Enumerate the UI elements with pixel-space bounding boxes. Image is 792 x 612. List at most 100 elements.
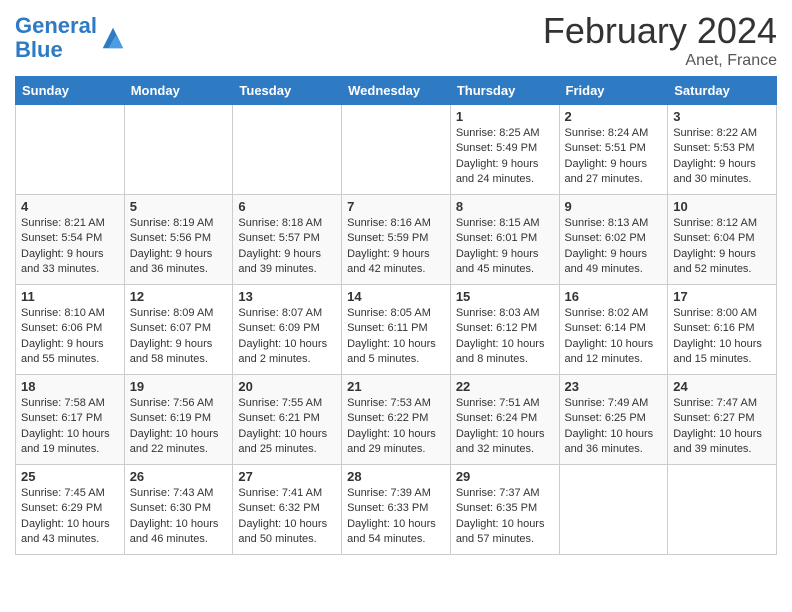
week-row-2: 4Sunrise: 8:21 AM Sunset: 5:54 PM Daylig…: [16, 195, 777, 285]
day-cell: 19 Sunrise: 7:56 AM Sunset: 6:19 PM Dayli…: [124, 375, 233, 465]
day-cell: 5 Sunrise: 8:19 AM Sunset: 5:56 PM Daylig…: [124, 195, 233, 285]
title-section: February 2024 Anet, France: [543, 10, 777, 70]
day-number: 27: [238, 469, 336, 484]
week-row-3: 11 Sunrise: 8:10 AM Sunset: 6:06 PM Dayli…: [16, 285, 777, 375]
day-cell: 21 Sunrise: 7:53 AM Sunset: 6:22 PM Dayli…: [342, 375, 451, 465]
day-info: Sunrise: 8:12 AM Sunset: 6:04 PM Dayligh…: [673, 216, 771, 278]
logo: General Blue: [15, 14, 127, 62]
day-number: 29: [456, 469, 554, 484]
page-container: General Blue February 2024 Anet, France …: [0, 0, 792, 565]
day-number: 14: [347, 289, 445, 304]
day-info: Sunrise: 8:05 AM Sunset: 6:11 PM Dayligh…: [347, 306, 445, 368]
week-row-5: 25 Sunrise: 7:45 AM Sunset: 6:29 PM Dayli…: [16, 465, 777, 555]
day-info: Sunrise: 8:19 AM Sunset: 5:56 PM Dayligh…: [130, 216, 228, 278]
col-header-saturday: Saturday: [668, 77, 777, 105]
day-cell: [16, 105, 125, 195]
day-cell: 9 Sunrise: 8:13 AM Sunset: 6:02 PM Daylig…: [559, 195, 668, 285]
day-number: 17: [673, 289, 771, 304]
logo-blue: Blue: [15, 37, 63, 62]
day-number: 10: [673, 199, 771, 214]
col-header-wednesday: Wednesday: [342, 77, 451, 105]
day-number: 3: [673, 109, 771, 124]
day-info: Sunrise: 8:18 AM Sunset: 5:57 PM Dayligh…: [238, 216, 336, 278]
day-cell: 28 Sunrise: 7:39 AM Sunset: 6:33 PM Dayli…: [342, 465, 451, 555]
day-number: 24: [673, 379, 771, 394]
day-info: Sunrise: 8:09 AM Sunset: 6:07 PM Dayligh…: [130, 306, 228, 368]
day-info: Sunrise: 7:56 AM Sunset: 6:19 PM Dayligh…: [130, 396, 228, 458]
day-cell: 25 Sunrise: 7:45 AM Sunset: 6:29 PM Dayli…: [16, 465, 125, 555]
day-number: 6: [238, 199, 336, 214]
day-cell: 12 Sunrise: 8:09 AM Sunset: 6:07 PM Dayli…: [124, 285, 233, 375]
day-cell: 17 Sunrise: 8:00 AM Sunset: 6:16 PM Dayli…: [668, 285, 777, 375]
col-header-sunday: Sunday: [16, 77, 125, 105]
day-info: Sunrise: 7:53 AM Sunset: 6:22 PM Dayligh…: [347, 396, 445, 458]
day-info: Sunrise: 8:10 AM Sunset: 6:06 PM Dayligh…: [21, 306, 119, 368]
header-row: SundayMondayTuesdayWednesdayThursdayFrid…: [16, 77, 777, 105]
day-cell: 14 Sunrise: 8:05 AM Sunset: 6:11 PM Dayli…: [342, 285, 451, 375]
day-cell: 8 Sunrise: 8:15 AM Sunset: 6:01 PM Daylig…: [450, 195, 559, 285]
week-row-1: 1 Sunrise: 8:25 AM Sunset: 5:49 PM Daylig…: [16, 105, 777, 195]
day-number: 5: [130, 199, 228, 214]
week-row-4: 18 Sunrise: 7:58 AM Sunset: 6:17 PM Dayli…: [16, 375, 777, 465]
day-info: Sunrise: 7:45 AM Sunset: 6:29 PM Dayligh…: [21, 486, 119, 548]
day-cell: [559, 465, 668, 555]
day-cell: 6 Sunrise: 8:18 AM Sunset: 5:57 PM Daylig…: [233, 195, 342, 285]
day-number: 2: [565, 109, 663, 124]
day-info: Sunrise: 7:41 AM Sunset: 6:32 PM Dayligh…: [238, 486, 336, 548]
day-number: 25: [21, 469, 119, 484]
day-info: Sunrise: 7:51 AM Sunset: 6:24 PM Dayligh…: [456, 396, 554, 458]
day-info: Sunrise: 8:24 AM Sunset: 5:51 PM Dayligh…: [565, 126, 663, 188]
day-cell: 18 Sunrise: 7:58 AM Sunset: 6:17 PM Dayli…: [16, 375, 125, 465]
day-number: 16: [565, 289, 663, 304]
logo-text: General Blue: [15, 14, 97, 62]
day-cell: 22 Sunrise: 7:51 AM Sunset: 6:24 PM Dayli…: [450, 375, 559, 465]
day-number: 19: [130, 379, 228, 394]
day-number: 4: [21, 199, 119, 214]
day-number: 7: [347, 199, 445, 214]
day-cell: 10 Sunrise: 8:12 AM Sunset: 6:04 PM Dayli…: [668, 195, 777, 285]
day-number: 8: [456, 199, 554, 214]
day-info: Sunrise: 7:55 AM Sunset: 6:21 PM Dayligh…: [238, 396, 336, 458]
day-info: Sunrise: 7:43 AM Sunset: 6:30 PM Dayligh…: [130, 486, 228, 548]
day-info: Sunrise: 8:16 AM Sunset: 5:59 PM Dayligh…: [347, 216, 445, 278]
day-number: 9: [565, 199, 663, 214]
day-cell: 4Sunrise: 8:21 AM Sunset: 5:54 PM Daylig…: [16, 195, 125, 285]
day-number: 1: [456, 109, 554, 124]
day-info: Sunrise: 8:03 AM Sunset: 6:12 PM Dayligh…: [456, 306, 554, 368]
day-cell: 20 Sunrise: 7:55 AM Sunset: 6:21 PM Dayli…: [233, 375, 342, 465]
day-number: 22: [456, 379, 554, 394]
day-info: Sunrise: 8:25 AM Sunset: 5:49 PM Dayligh…: [456, 126, 554, 188]
logo-general: General: [15, 13, 97, 38]
calendar-title: February 2024: [543, 10, 777, 52]
day-info: Sunrise: 8:15 AM Sunset: 6:01 PM Dayligh…: [456, 216, 554, 278]
header: General Blue February 2024 Anet, France: [15, 10, 777, 70]
col-header-monday: Monday: [124, 77, 233, 105]
col-header-thursday: Thursday: [450, 77, 559, 105]
day-cell: 29Sunrise: 7:37 AM Sunset: 6:35 PM Dayli…: [450, 465, 559, 555]
day-info: Sunrise: 7:47 AM Sunset: 6:27 PM Dayligh…: [673, 396, 771, 458]
day-info: Sunrise: 7:58 AM Sunset: 6:17 PM Dayligh…: [21, 396, 119, 458]
day-cell: 2 Sunrise: 8:24 AM Sunset: 5:51 PM Daylig…: [559, 105, 668, 195]
day-info: Sunrise: 7:39 AM Sunset: 6:33 PM Dayligh…: [347, 486, 445, 548]
day-number: 11: [21, 289, 119, 304]
day-number: 23: [565, 379, 663, 394]
day-number: 20: [238, 379, 336, 394]
day-cell: 7 Sunrise: 8:16 AM Sunset: 5:59 PM Daylig…: [342, 195, 451, 285]
day-number: 12: [130, 289, 228, 304]
day-info: Sunrise: 7:49 AM Sunset: 6:25 PM Dayligh…: [565, 396, 663, 458]
day-number: 13: [238, 289, 336, 304]
calendar-subtitle: Anet, France: [543, 52, 777, 70]
day-number: 21: [347, 379, 445, 394]
day-info: Sunrise: 8:13 AM Sunset: 6:02 PM Dayligh…: [565, 216, 663, 278]
day-info: Sunrise: 8:07 AM Sunset: 6:09 PM Dayligh…: [238, 306, 336, 368]
day-info: Sunrise: 8:00 AM Sunset: 6:16 PM Dayligh…: [673, 306, 771, 368]
day-number: 18: [21, 379, 119, 394]
day-cell: 16Sunrise: 8:02 AM Sunset: 6:14 PM Dayli…: [559, 285, 668, 375]
day-cell: 1 Sunrise: 8:25 AM Sunset: 5:49 PM Daylig…: [450, 105, 559, 195]
day-number: 26: [130, 469, 228, 484]
day-info: Sunrise: 8:22 AM Sunset: 5:53 PM Dayligh…: [673, 126, 771, 188]
day-cell: 11 Sunrise: 8:10 AM Sunset: 6:06 PM Dayli…: [16, 285, 125, 375]
day-cell: 13 Sunrise: 8:07 AM Sunset: 6:09 PM Dayli…: [233, 285, 342, 375]
day-number: 28: [347, 469, 445, 484]
calendar-table: SundayMondayTuesdayWednesdayThursdayFrid…: [15, 76, 777, 555]
